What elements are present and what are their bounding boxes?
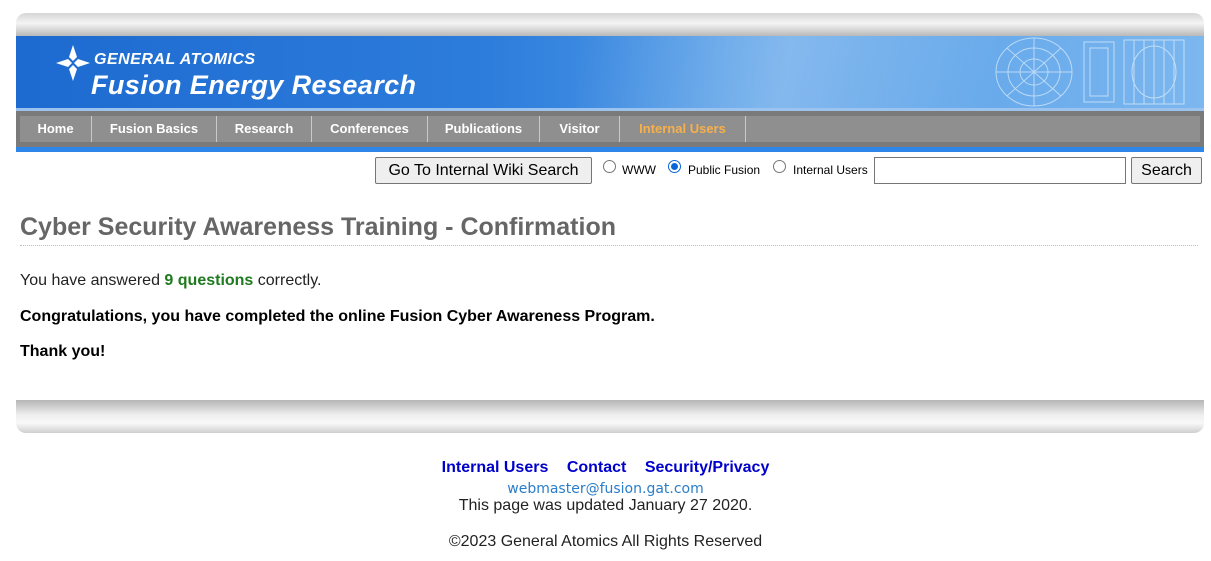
page-frame-bottom <box>16 400 1204 433</box>
nav-item-research[interactable]: Research <box>217 116 312 142</box>
nav-item-fusion-basics[interactable]: Fusion Basics <box>92 116 217 142</box>
nav-item-visitor[interactable]: Visitor <box>540 116 620 142</box>
score-count: 9 questions <box>164 272 254 289</box>
score-prefix: You have answered <box>20 272 160 289</box>
logo-company-name: GENERAL ATOMICS <box>94 51 256 68</box>
scope-label-www: WWW <box>622 163 656 177</box>
search-input[interactable] <box>874 157 1126 184</box>
page-title: Cyber Security Awareness Training - Conf… <box>20 213 616 241</box>
copyright-text: ©2023 General Atomics All Rights Reserve… <box>448 533 763 550</box>
thank-you-message: Thank you! <box>20 343 106 360</box>
nav-underline <box>16 147 1204 152</box>
nav-item-publications[interactable]: Publications <box>428 116 540 142</box>
search-button[interactable]: Search <box>1131 157 1202 184</box>
scope-radio-www[interactable] <box>603 160 616 173</box>
footer-link-security-privacy[interactable]: Security/Privacy <box>645 459 770 476</box>
score-suffix: correctly. <box>257 272 322 289</box>
webmaster-email-link[interactable]: webmaster@fusion.gat.com <box>0 481 1211 497</box>
scope-radio-public-fusion[interactable] <box>668 160 681 173</box>
congratulations-message: Congratulations, you have completed the … <box>20 308 655 325</box>
title-divider <box>20 245 1198 246</box>
score-line: You have answered 9 questions correctly. <box>20 272 322 290</box>
tokamak-illustration-icon <box>995 37 1185 107</box>
site-title: Fusion Energy Research <box>91 70 417 100</box>
last-updated-text: This page was updated January 27 2020. <box>458 497 753 514</box>
footer-link-internal-users[interactable]: Internal Users <box>442 459 549 476</box>
nav-item-conferences[interactable]: Conferences <box>312 116 428 142</box>
scope-label-internal-users: Internal Users <box>793 163 868 177</box>
scope-label-public-fusion: Public Fusion <box>688 163 761 177</box>
footer-link-contact[interactable]: Contact <box>567 459 627 476</box>
nav-item-home[interactable]: Home <box>20 116 92 142</box>
scope-radio-internal-users[interactable] <box>773 160 786 173</box>
banner-highlight <box>576 36 996 108</box>
main-nav: Home Fusion Basics Research Conferences … <box>16 111 1204 147</box>
nav-item-internal-users[interactable]: Internal Users <box>620 116 746 142</box>
internal-wiki-search-button[interactable]: Go To Internal Wiki Search <box>375 157 592 184</box>
page-frame-top <box>16 13 1204 36</box>
general-atomics-logo-icon <box>56 45 90 81</box>
footer-links: Internal Users Contact Security/Privacy <box>0 459 1211 477</box>
site-banner: GENERAL ATOMICS Fusion Energy Research <box>16 36 1204 108</box>
